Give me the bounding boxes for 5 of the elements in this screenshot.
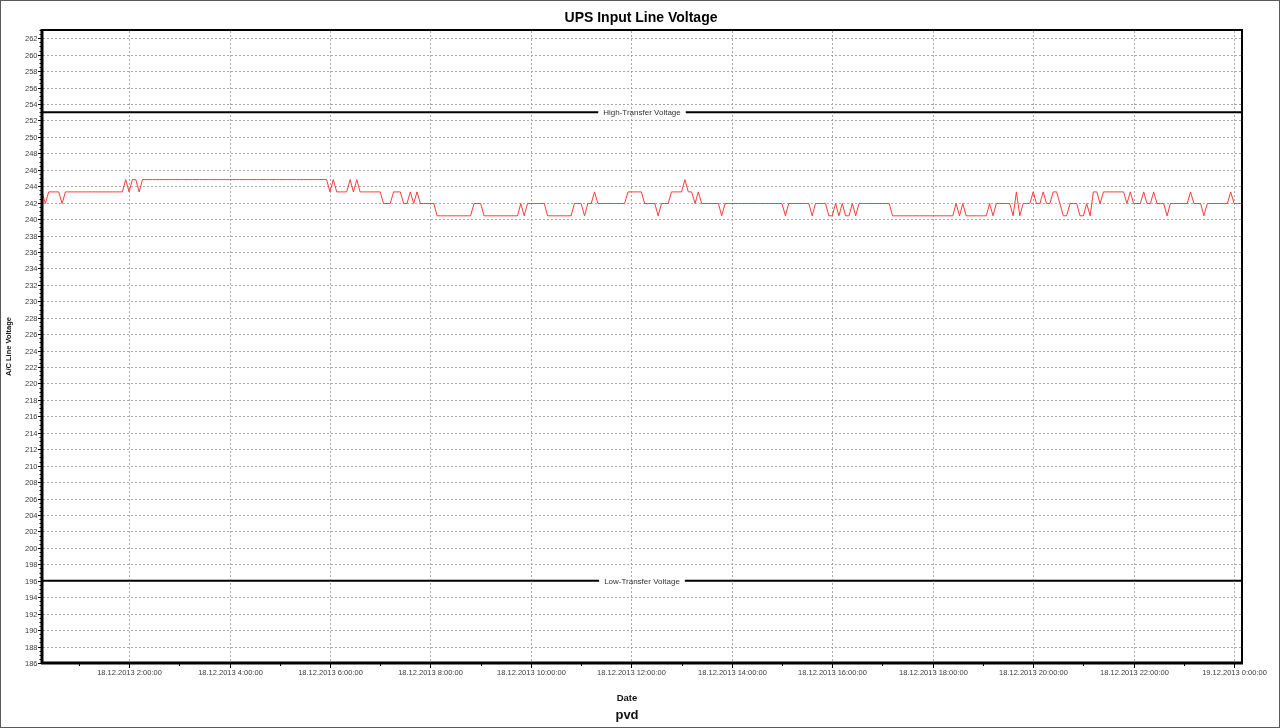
chart-caption: pvd: [615, 707, 639, 722]
reference-line-label: Low-Transfer Voltage: [604, 576, 680, 586]
chart-title: UPS Input Line Voltage: [564, 9, 718, 25]
reference-line-label: High-Transfer Voltage: [603, 108, 681, 117]
x-axis-title: Date: [616, 692, 638, 703]
